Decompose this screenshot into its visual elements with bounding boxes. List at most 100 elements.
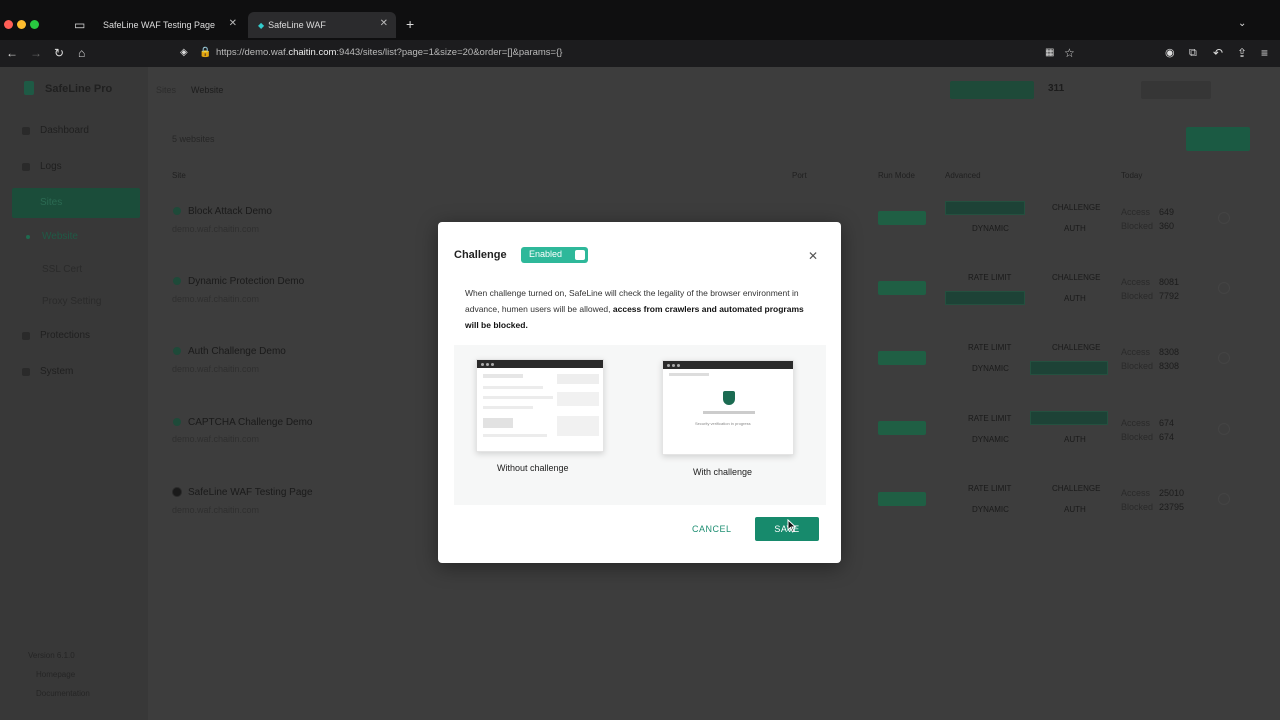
sidebar-item-proxy-setting[interactable]: Proxy Setting <box>42 296 101 307</box>
preview-titlebar <box>663 361 793 369</box>
shield-icon[interactable]: ◈ <box>180 46 188 60</box>
undo-icon[interactable]: ↶ <box>1213 46 1223 60</box>
site-name[interactable]: Dynamic Protection Demo <box>188 276 304 287</box>
row-toggle-icon[interactable] <box>1218 423 1230 435</box>
address-bar: ← → ↻ ⌂ ◈ 🔒 https://demo.waf.chaitin.com… <box>0 40 1280 67</box>
reload-icon[interactable]: ↻ <box>54 46 64 60</box>
access-value: 25010 <box>1159 488 1185 498</box>
tag-auth: AUTH <box>1064 435 1086 444</box>
sidebar-item-protections[interactable]: Protections <box>40 330 90 341</box>
home-icon[interactable]: ⌂ <box>78 46 85 60</box>
sidebar-item-dashboard[interactable]: Dashboard <box>40 125 89 136</box>
site-name[interactable]: Auth Challenge Demo <box>188 346 286 357</box>
forward-icon[interactable]: → <box>30 46 42 60</box>
url-prefix: https://demo.waf. <box>216 47 289 58</box>
sidebar-item-system[interactable]: System <box>40 366 73 377</box>
header-status-badge[interactable] <box>950 81 1034 99</box>
header-button[interactable] <box>1141 81 1211 99</box>
sidebar: SafeLine Pro Dashboard Logs Sites Websit… <box>0 67 148 720</box>
preview-block <box>557 374 599 384</box>
row-toggle-icon[interactable] <box>1218 352 1230 364</box>
sidebar-item-website[interactable]: Website <box>42 231 78 242</box>
safeline-favicon-icon: ◆ <box>258 20 265 30</box>
close-tab-icon[interactable]: ✕ <box>229 18 237 29</box>
extensions-icon[interactable]: ⧉ <box>1189 46 1197 60</box>
dashboard-icon <box>22 127 30 135</box>
blocked-label: Blocked <box>1121 221 1154 231</box>
account-icon[interactable]: ◉ <box>1165 46 1175 60</box>
url-text[interactable]: https://demo.waf.chaitin.com:9443/sites/… <box>216 47 562 58</box>
close-window-button[interactable] <box>4 20 13 29</box>
run-mode-badge[interactable] <box>878 421 926 435</box>
access-value: 649 <box>1159 207 1175 217</box>
close-tab-icon[interactable]: ✕ <box>380 18 388 29</box>
row-toggle-icon[interactable] <box>1218 493 1230 505</box>
site-domain: demo.waf.chaitin.com <box>172 294 260 304</box>
preview-dot <box>486 363 489 366</box>
bookmark-star-icon[interactable]: ☆ <box>1064 46 1075 60</box>
preview-block <box>557 416 599 436</box>
preview-domain-line <box>703 411 755 414</box>
blocked-value: 674 <box>1159 432 1175 442</box>
access-label: Access <box>1121 277 1151 287</box>
site-name[interactable]: CAPTCHA Challenge Demo <box>188 417 313 428</box>
chevron-down-icon[interactable]: ⌄ <box>1238 17 1246 31</box>
blocked-label: Blocked <box>1121 432 1154 442</box>
minimize-window-button[interactable] <box>17 20 26 29</box>
challenge-modal: Challenge Enabled ✕ When challenge turne… <box>438 222 841 563</box>
site-domain: demo.waf.chaitin.com <box>172 505 260 515</box>
preview-block <box>483 418 513 428</box>
tag-dynamic: DYNAMIC <box>972 364 1009 373</box>
run-mode-badge[interactable] <box>878 281 926 295</box>
header-count: 311 <box>1048 83 1065 94</box>
tab-safeline-testing[interactable]: SafeLine WAF Testing Page ✕ <box>93 12 245 38</box>
tab-overview-icon[interactable]: ▭ <box>74 18 85 32</box>
row-toggle-icon[interactable] <box>1218 282 1230 294</box>
system-icon <box>22 368 30 376</box>
row-toggle-icon[interactable] <box>1218 212 1230 224</box>
new-tab-icon[interactable]: + <box>406 17 414 31</box>
preview-titlebar <box>477 360 603 368</box>
tag-highlight <box>1030 361 1108 375</box>
protections-icon <box>22 332 30 340</box>
run-mode-badge[interactable] <box>878 211 926 225</box>
tab-safeline-waf[interactable]: ◆ SafeLine WAF ✕ <box>248 12 396 38</box>
with-challenge-caption: With challenge <box>693 467 753 477</box>
toggle-knob <box>575 250 585 260</box>
share-icon[interactable]: ⇪ <box>1237 46 1247 60</box>
sidebar-item-sites[interactable]: Sites <box>12 188 140 218</box>
browser-tabbar: ▭ SafeLine WAF Testing Page ✕ ◆ SafeLine… <box>0 0 1280 40</box>
footer-link-documentation[interactable]: Documentation <box>36 689 90 698</box>
tag-auth: AUTH <box>1064 505 1086 514</box>
maximize-window-button[interactable] <box>30 20 39 29</box>
close-icon[interactable]: ✕ <box>808 249 818 263</box>
blocked-value: 23795 <box>1159 502 1185 512</box>
column-header-port: Port <box>792 171 807 180</box>
footer-link-homepage[interactable]: Homepage <box>36 670 75 679</box>
globe-icon <box>173 418 181 426</box>
active-dot-icon <box>26 235 30 239</box>
cancel-button[interactable]: CANCEL <box>692 524 732 534</box>
run-mode-badge[interactable] <box>878 351 926 365</box>
menu-icon[interactable]: ≡ <box>1261 46 1268 60</box>
breadcrumb-root[interactable]: Sites <box>156 85 176 95</box>
column-header-advanced: Advanced <box>945 171 981 180</box>
preview-block <box>483 374 523 378</box>
preview-block <box>483 386 543 389</box>
tag-challenge: CHALLENGE <box>1052 484 1101 493</box>
site-name[interactable]: Block Attack Demo <box>188 206 272 217</box>
site-name[interactable]: SafeLine WAF Testing Page <box>188 487 313 498</box>
access-label: Access <box>1121 347 1151 357</box>
sidebar-item-ssl-cert[interactable]: SSL Cert <box>42 264 82 275</box>
back-icon[interactable]: ← <box>6 46 18 60</box>
preview-dot <box>491 363 494 366</box>
challenge-enabled-toggle[interactable]: Enabled <box>521 247 588 263</box>
blocked-value: 360 <box>1159 221 1175 231</box>
tag-auth: AUTH <box>1064 224 1086 233</box>
qr-code-icon[interactable]: ▦ <box>1045 46 1054 60</box>
logs-icon <box>22 163 30 171</box>
sidebar-item-logs[interactable]: Logs <box>40 161 62 172</box>
run-mode-badge[interactable] <box>878 492 926 506</box>
sites-count: 5 websites <box>172 134 215 144</box>
add-site-button[interactable] <box>1186 127 1250 151</box>
